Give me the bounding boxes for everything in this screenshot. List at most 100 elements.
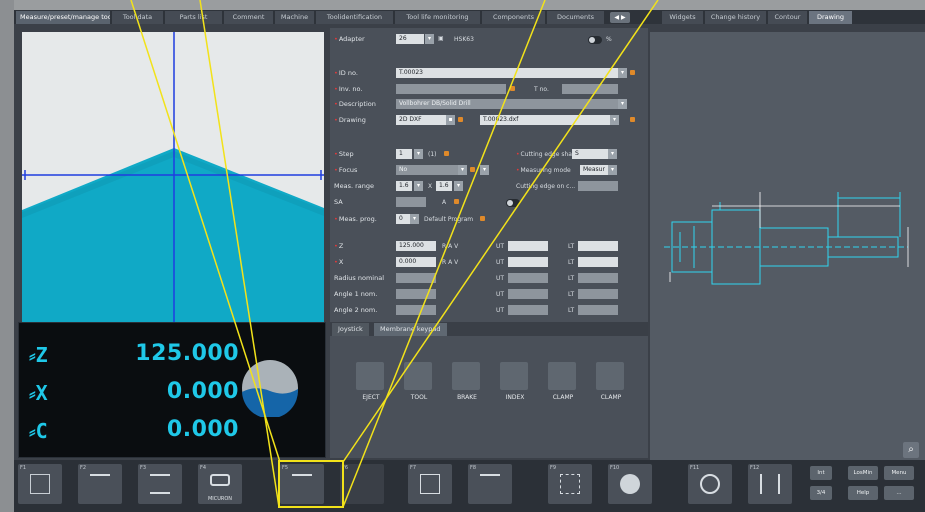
softkey-f8[interactable]: F8 (468, 464, 512, 504)
losmin-button[interactable]: LosMin (848, 466, 878, 480)
tab-documents[interactable]: Documents (547, 11, 605, 24)
drawing-type-select[interactable]: 2D DXF (396, 115, 446, 125)
required-marker: • (334, 242, 338, 250)
radius-lt-field[interactable] (578, 273, 618, 283)
tool-button[interactable]: TOOL (402, 362, 436, 412)
tab-machine[interactable]: Machine (275, 11, 315, 24)
chevron-down-icon[interactable]: ▾ (454, 181, 463, 191)
angle2-label: Angle 2 nom. (334, 306, 378, 314)
x-ut-field[interactable] (508, 257, 548, 267)
sa-toggle[interactable] (506, 199, 520, 207)
row-x: •X 0.000 R A V UT LT (330, 257, 648, 269)
help-button[interactable]: Help (848, 486, 878, 500)
softkey-f12[interactable]: F12 (748, 464, 792, 504)
step-select[interactable]: 1 (396, 149, 412, 159)
tab-drawing[interactable]: Drawing (809, 11, 853, 24)
app-window: Measure/preset/manage tool Tool data Par… (14, 10, 925, 512)
x-label: X (338, 258, 344, 266)
cutting-edge-on-label: Cutting edge on c... (516, 183, 576, 190)
chevron-down-icon[interactable]: ▾ (608, 165, 617, 175)
zoom-icon[interactable]: ⌕ (903, 442, 919, 458)
description-field[interactable]: Vollbohrer DB/Solid Drill (396, 99, 618, 109)
tab-tool-life[interactable]: Tool life monitoring (395, 11, 481, 24)
cutting-edge-on-field[interactable] (578, 181, 618, 191)
lock-icon[interactable]: ▪ (446, 115, 455, 125)
drawing-file-field[interactable]: T.00023.dxf (480, 115, 610, 125)
chevron-down-icon[interactable]: ▾ (608, 149, 617, 159)
softkey-f4[interactable]: F4 MICURON (198, 464, 242, 504)
adapter-select[interactable]: 26 (396, 34, 424, 44)
softkey-f2[interactable]: F2 (78, 464, 122, 504)
chevron-down-icon[interactable]: ▾ (480, 165, 489, 175)
cutting-edge-select[interactable]: S (572, 149, 608, 159)
z-ut-field[interactable] (508, 241, 548, 251)
softkey-f11[interactable]: F11 (688, 464, 732, 504)
chevron-down-icon[interactable]: ▾ (610, 115, 619, 125)
clamp-z-button[interactable]: CLAMP (594, 362, 628, 412)
tab-toolidentification[interactable]: Toolidentification (316, 11, 394, 24)
tab-tool-data[interactable]: Tool data (112, 11, 164, 24)
sa-field[interactable] (396, 197, 426, 207)
softkey-f5[interactable]: F5 (280, 464, 324, 504)
meas-range-b-select[interactable]: 1.6 (436, 181, 452, 191)
dro-row-c: ⸗C 0.000 (19, 413, 239, 449)
eject-button[interactable]: EJECT (354, 362, 388, 412)
angle2-field[interactable] (396, 305, 436, 315)
radius-field[interactable] (396, 273, 436, 283)
tab-components[interactable]: Components (482, 11, 546, 24)
chevron-down-icon[interactable]: ▾ (458, 165, 467, 175)
angle1-field[interactable] (396, 289, 436, 299)
index-button[interactable]: INDEX (498, 362, 532, 412)
meas-prog-label: Meas. prog. (338, 215, 377, 223)
save-icon[interactable]: ▣ (438, 35, 444, 42)
adapter-toggle[interactable] (588, 36, 602, 44)
focus-select[interactable]: No (396, 165, 458, 175)
tab-joystick[interactable]: Joystick (332, 323, 369, 336)
chevron-down-icon[interactable]: ▾ (618, 68, 627, 78)
tno-field[interactable] (562, 84, 618, 94)
clamp-x-button[interactable]: CLAMP (546, 362, 580, 412)
z-lt-field[interactable] (578, 241, 618, 251)
softkey-f1[interactable]: F1 (18, 464, 62, 504)
tool-contour-view[interactable] (22, 32, 324, 322)
chevron-down-icon[interactable]: ▾ (414, 181, 423, 191)
brake-button[interactable]: BRAKE (450, 362, 484, 412)
z-ut-label: UT (496, 243, 505, 250)
tab-measure-preset[interactable]: Measure/preset/manage tool (16, 11, 111, 24)
tab-contour[interactable]: Contour (768, 11, 808, 24)
z-field[interactable]: 125.000 (396, 241, 436, 251)
softkey-f3[interactable]: F3 (138, 464, 182, 504)
tab-widgets[interactable]: Widgets (662, 11, 704, 24)
tab-membrane-keypad[interactable]: Membrane keypad (374, 323, 447, 336)
radius-ut-field[interactable] (508, 273, 548, 283)
angle2-ut-field[interactable] (508, 305, 548, 315)
inv-field[interactable] (396, 84, 506, 94)
tab-parts-list[interactable]: Parts list (165, 11, 223, 24)
meas-range-a-select[interactable]: 1.6 (396, 181, 412, 191)
menu-button[interactable]: Menu (884, 466, 914, 480)
chevron-down-icon[interactable]: ▾ (414, 149, 423, 159)
tab-change-history[interactable]: Change history (705, 11, 767, 24)
softkey-f9[interactable]: F9 (548, 464, 592, 504)
softkey-f6[interactable]: F6 (340, 464, 384, 504)
angle1-ut-field[interactable] (508, 289, 548, 299)
chevron-down-icon[interactable]: ▾ (425, 34, 434, 44)
chevron-down-icon[interactable]: ▾ (618, 99, 627, 109)
angle2-lt-field[interactable] (578, 305, 618, 315)
mode-int-button[interactable]: Int (810, 466, 832, 480)
measuring-mode-select[interactable]: Measur (580, 165, 608, 175)
tab-comment[interactable]: Comment (224, 11, 274, 24)
chevron-down-icon[interactable]: ▾ (410, 214, 419, 224)
mode-34-button[interactable]: 3/4 (810, 486, 832, 500)
tab-scroll-arrows[interactable]: ◀ ▶ (610, 12, 630, 23)
softkey-f10[interactable]: F10 (608, 464, 652, 504)
x-field[interactable]: 0.000 (396, 257, 436, 267)
sa-label: SA (334, 198, 343, 206)
drawing-panel[interactable]: ⌕ (650, 32, 925, 466)
x-lt-field[interactable] (578, 257, 618, 267)
more-button[interactable]: ... (884, 486, 914, 500)
softkey-f7[interactable]: F7 (408, 464, 452, 504)
id-field[interactable]: T.00023 (396, 68, 618, 78)
angle1-lt-field[interactable] (578, 289, 618, 299)
meas-prog-select[interactable]: 0 (396, 214, 410, 224)
